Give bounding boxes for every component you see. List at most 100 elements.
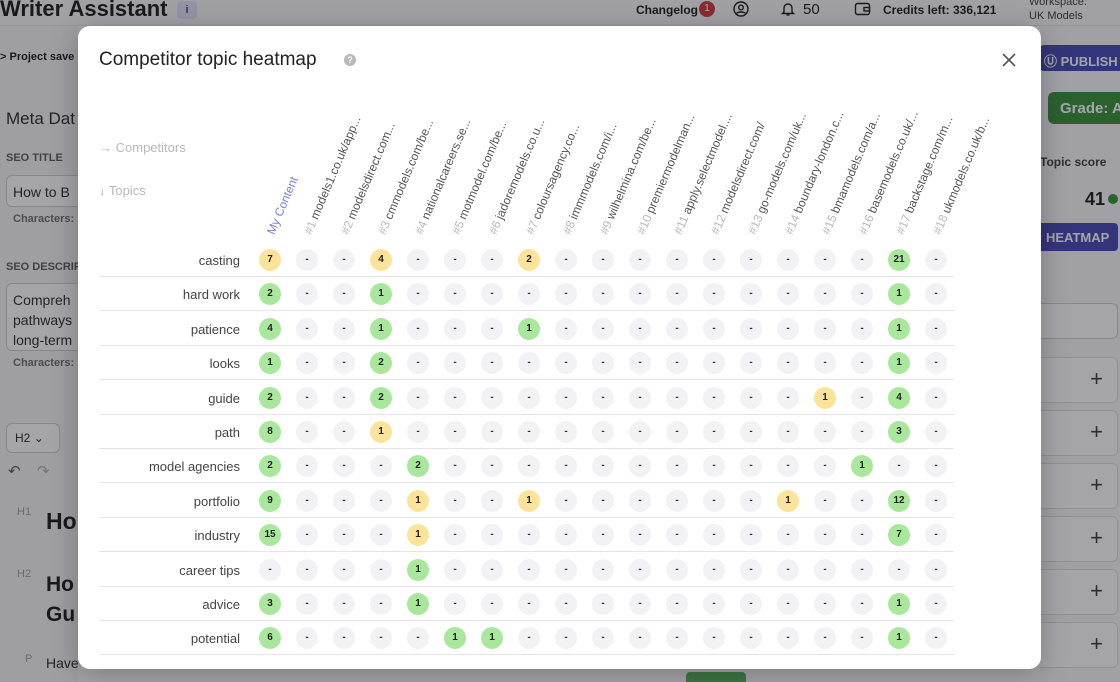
heatmap-cell[interactable]: 1	[888, 317, 910, 340]
heatmap-cell[interactable]: -	[814, 352, 836, 375]
heatmap-cell[interactable]: -	[444, 489, 466, 512]
heatmap-cell[interactable]: -	[296, 593, 318, 615]
heatmap-cell[interactable]: -	[740, 249, 762, 271]
heatmap-cell[interactable]: -	[925, 593, 947, 615]
heatmap-cell[interactable]: -	[777, 386, 799, 409]
heatmap-cell[interactable]: -	[629, 558, 651, 581]
heatmap-cell[interactable]: -	[444, 386, 466, 409]
heatmap-cell[interactable]: -	[555, 455, 577, 478]
heatmap-cell[interactable]: -	[555, 249, 577, 271]
heatmap-cell[interactable]: -	[296, 455, 318, 478]
heatmap-cell[interactable]: -	[925, 627, 947, 650]
heatmap-cell[interactable]: 12	[888, 489, 910, 512]
heatmap-cell[interactable]: -	[703, 593, 725, 615]
heatmap-cell[interactable]: -	[703, 249, 725, 271]
heatmap-cell[interactable]: -	[444, 558, 466, 581]
heatmap-cell[interactable]: -	[925, 455, 947, 478]
heatmap-cell[interactable]: -	[740, 421, 762, 443]
heatmap-cell[interactable]: -	[703, 386, 725, 409]
heatmap-cell[interactable]: -	[740, 558, 762, 581]
heatmap-cell[interactable]: -	[740, 352, 762, 375]
heatmap-cell[interactable]: -	[814, 249, 836, 271]
heatmap-cell[interactable]: -	[296, 489, 318, 512]
heatmap-cell[interactable]: 1	[888, 283, 910, 306]
heatmap-cell[interactable]: 9	[259, 489, 281, 512]
heatmap-cell[interactable]: 8	[259, 421, 281, 443]
heatmap-cell[interactable]: -	[296, 317, 318, 340]
heatmap-cell[interactable]: -	[666, 489, 688, 512]
heatmap-cell[interactable]: -	[629, 317, 651, 340]
heatmap-cell[interactable]: -	[518, 283, 540, 306]
heatmap-cell[interactable]: -	[407, 421, 429, 443]
heatmap-cell[interactable]: -	[333, 524, 355, 547]
heatmap-cell[interactable]: -	[592, 593, 614, 615]
heatmap-cell[interactable]: -	[851, 421, 873, 443]
heatmap-cell[interactable]: -	[407, 627, 429, 650]
heatmap-cell[interactable]: -	[740, 627, 762, 650]
heatmap-cell[interactable]: -	[851, 593, 873, 615]
heatmap-cell[interactable]: 1	[518, 489, 540, 512]
heatmap-cell[interactable]: 1	[370, 317, 392, 340]
heatmap-cell[interactable]: -	[814, 421, 836, 443]
heatmap-cell[interactable]: -	[259, 558, 281, 581]
heatmap-cell[interactable]: -	[629, 249, 651, 271]
heatmap-cell[interactable]: -	[703, 283, 725, 306]
heatmap-cell[interactable]: -	[851, 489, 873, 512]
heatmap-cell[interactable]: -	[333, 352, 355, 375]
heatmap-cell[interactable]: 1	[407, 489, 429, 512]
heatmap-cell[interactable]: -	[333, 386, 355, 409]
heatmap-cell[interactable]: 2	[259, 283, 281, 306]
heatmap-cell[interactable]: 1	[814, 386, 836, 409]
heatmap-cell[interactable]: -	[777, 283, 799, 306]
heatmap-cell[interactable]: -	[555, 421, 577, 443]
heatmap-cell[interactable]: -	[740, 317, 762, 340]
heatmap-cell[interactable]: 2	[370, 386, 392, 409]
heatmap-cell[interactable]: -	[888, 455, 910, 478]
heatmap-cell[interactable]: -	[814, 283, 836, 306]
heatmap-cell[interactable]: -	[814, 524, 836, 547]
heatmap-cell[interactable]: 3	[259, 593, 281, 615]
heatmap-cell[interactable]: -	[703, 421, 725, 443]
heatmap-cell[interactable]: 7	[259, 249, 281, 271]
heatmap-cell[interactable]: -	[555, 317, 577, 340]
heatmap-cell[interactable]: -	[407, 283, 429, 306]
heatmap-cell[interactable]: -	[703, 455, 725, 478]
heatmap-cell[interactable]: -	[925, 249, 947, 271]
heatmap-cell[interactable]: -	[592, 524, 614, 547]
heatmap-cell[interactable]: -	[592, 386, 614, 409]
heatmap-cell[interactable]: 15	[259, 524, 281, 547]
heatmap-cell[interactable]: -	[370, 524, 392, 547]
heatmap-cell[interactable]: -	[333, 489, 355, 512]
heatmap-cell[interactable]: -	[851, 249, 873, 271]
heatmap-cell[interactable]: -	[555, 283, 577, 306]
heatmap-cell[interactable]: -	[740, 283, 762, 306]
heatmap-cell[interactable]: -	[592, 249, 614, 271]
heatmap-cell[interactable]: -	[333, 249, 355, 271]
heatmap-cell[interactable]: -	[703, 317, 725, 340]
heatmap-cell[interactable]: -	[518, 455, 540, 478]
heatmap-cell[interactable]: -	[296, 352, 318, 375]
heatmap-cell[interactable]: -	[814, 317, 836, 340]
heatmap-cell[interactable]: -	[407, 352, 429, 375]
heatmap-cell[interactable]: -	[703, 352, 725, 375]
heatmap-cell[interactable]: -	[814, 558, 836, 581]
heatmap-cell[interactable]: -	[592, 558, 614, 581]
heatmap-cell[interactable]: -	[555, 524, 577, 547]
heatmap-cell[interactable]: 1	[444, 627, 466, 650]
heatmap-cell[interactable]: -	[925, 317, 947, 340]
heatmap-cell[interactable]: -	[407, 249, 429, 271]
heatmap-cell[interactable]: -	[851, 558, 873, 581]
heatmap-cell[interactable]: 21	[888, 249, 910, 271]
heatmap-cell[interactable]: 1	[370, 283, 392, 306]
heatmap-cell[interactable]: -	[481, 283, 503, 306]
heatmap-cell[interactable]: -	[814, 489, 836, 512]
heatmap-cell[interactable]: 1	[851, 455, 873, 478]
heatmap-cell[interactable]: -	[333, 283, 355, 306]
heatmap-cell[interactable]: -	[296, 627, 318, 650]
heatmap-cell[interactable]: -	[296, 524, 318, 547]
heatmap-cell[interactable]: -	[592, 627, 614, 650]
heatmap-cell[interactable]: 1	[888, 593, 910, 615]
heatmap-cell[interactable]: -	[444, 249, 466, 271]
heatmap-cell[interactable]: -	[518, 558, 540, 581]
heatmap-cell[interactable]: 1	[888, 352, 910, 375]
